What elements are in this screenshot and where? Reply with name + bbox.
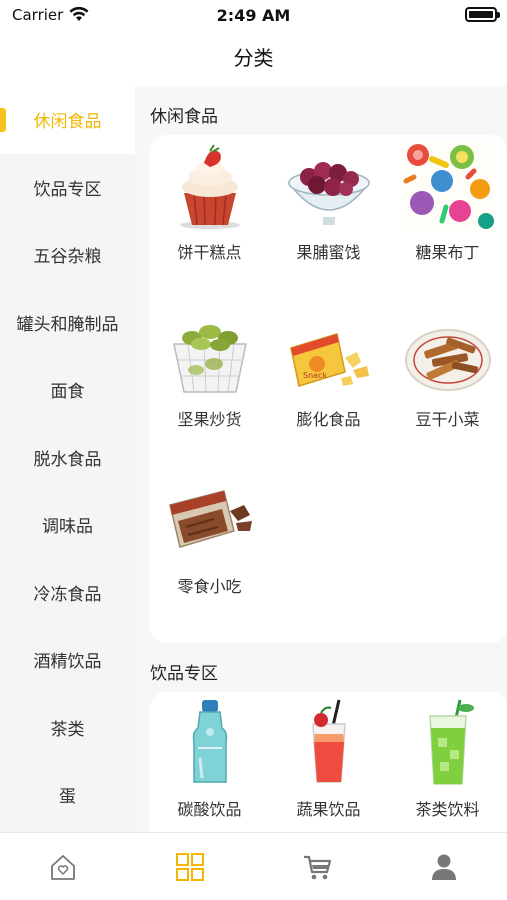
sidebar-item-label: 饮品专区 <box>33 179 102 200</box>
candied-fruit-bowl-icon <box>287 162 371 225</box>
status-bar: Carrier 2:49 AM <box>0 0 507 30</box>
nuts-basket-icon <box>173 325 247 393</box>
fruit-cocktail-icon <box>312 699 346 783</box>
tab-category[interactable] <box>127 833 254 900</box>
home-heart-icon <box>51 855 76 880</box>
category-item-label: 碳酸饮品 <box>177 800 242 819</box>
sidebar-item-leisure-food[interactable]: 休闲食品 <box>0 86 135 154</box>
user-icon <box>431 854 456 880</box>
category-item-preserved-fruit[interactable]: 果脯蜜饯 <box>269 135 388 302</box>
cupcake-icon <box>180 144 240 229</box>
sidebar-item-label: 面食 <box>50 382 85 403</box>
category-item-label: 糖果布丁 <box>415 243 480 262</box>
sidebar-item-beverages[interactable]: 饮品专区 <box>0 154 135 222</box>
soda-bottle-icon <box>192 700 228 783</box>
section-card-beverages: 碳酸饮品 蔬果饮品 茶类饮料 <box>150 692 507 832</box>
tab-profile[interactable] <box>380 833 507 900</box>
grid-icon <box>176 853 205 881</box>
section-title-leisure-food: 休闲食品 <box>150 107 218 127</box>
category-item-label: 豆干小菜 <box>415 410 480 429</box>
sidebar-item-label: 蛋 <box>59 787 76 808</box>
category-item-label: 茶类饮料 <box>415 800 480 819</box>
section-card-leisure-food: 饼干糕点 果脯蜜饯 糖果布丁 坚果炒货 Snack 膨化食品 豆干小菜 零食小吃 <box>150 135 507 643</box>
category-item-candy-pudding[interactable]: 糖果布丁 <box>388 135 507 302</box>
category-item-puffed-food[interactable]: Snack 膨化食品 <box>269 302 388 469</box>
svg-text:Snack: Snack <box>303 371 327 380</box>
category-item-biscuits-cakes[interactable]: 饼干糕点 <box>150 135 269 302</box>
sidebar-item-label: 调味品 <box>42 517 93 538</box>
sidebar-item-noodles[interactable]: 面食 <box>0 356 135 424</box>
category-item-tofu-sides[interactable]: 豆干小菜 <box>388 302 507 469</box>
sidebar-item-alcohol[interactable]: 酒精饮品 <box>0 626 135 694</box>
chips-bag-icon: Snack <box>290 333 369 387</box>
category-item-label: 饼干糕点 <box>177 243 242 262</box>
status-time: 2:49 AM <box>216 6 291 25</box>
sidebar-item-label: 罐头和腌制品 <box>16 314 119 335</box>
tab-bar <box>0 832 507 900</box>
category-item-label: 蔬果饮品 <box>296 800 361 819</box>
category-content: 休闲食品 饼干糕点 果脯蜜饯 糖果布丁 坚果炒货 Snack 膨化食品 豆干小菜… <box>135 86 507 832</box>
category-item-tea-drinks[interactable]: 茶类饮料 <box>388 692 507 832</box>
sidebar-item-dehydrated[interactable]: 脱水食品 <box>0 424 135 492</box>
sidebar-item-label: 休闲食品 <box>33 112 102 133</box>
sidebar-item-label: 酒精饮品 <box>33 652 102 673</box>
sidebar-item-condiments[interactable]: 调味品 <box>0 491 135 559</box>
tab-home[interactable] <box>0 833 127 900</box>
sidebar-item-tea[interactable]: 茶类 <box>0 694 135 762</box>
page-title: 分类 <box>233 46 274 70</box>
category-sidebar: 休闲食品 饮品专区 五谷杂粮 罐头和腌制品 面食 脱水食品 调味品 冷冻食品 酒… <box>0 86 135 832</box>
sidebar-item-label: 五谷杂粮 <box>33 247 102 268</box>
tofu-strips-plate-icon <box>405 329 491 391</box>
category-item-carbonated-drinks[interactable]: 碳酸饮品 <box>150 692 269 832</box>
sidebar-item-eggs[interactable]: 蛋 <box>0 761 135 829</box>
category-item-snacks[interactable]: 零食小吃 <box>150 469 269 636</box>
battery-icon <box>465 7 500 22</box>
category-item-label: 零食小吃 <box>177 577 242 596</box>
sidebar-item-canned-pickled[interactable]: 罐头和腌制品 <box>0 289 135 357</box>
candy-icon <box>402 141 494 231</box>
section-title-beverages: 饮品专区 <box>150 664 218 684</box>
cart-icon <box>303 855 331 880</box>
sidebar-item-label: 茶类 <box>50 719 85 740</box>
category-item-label: 坚果炒货 <box>177 410 242 429</box>
category-item-label: 膨化食品 <box>296 410 361 429</box>
sidebar-item-grains[interactable]: 五谷杂粮 <box>0 221 135 289</box>
category-item-fruit-veg-drinks[interactable]: 蔬果饮品 <box>269 692 388 832</box>
sidebar-item-frozen[interactable]: 冷冻食品 <box>0 559 135 627</box>
tab-cart[interactable] <box>254 833 381 900</box>
category-item-label: 果脯蜜饯 <box>296 243 361 262</box>
snack-pack-icon <box>169 490 252 548</box>
iced-tea-glass-icon <box>429 699 474 785</box>
sidebar-item-label: 脱水食品 <box>33 449 102 470</box>
category-item-nuts-seeds[interactable]: 坚果炒货 <box>150 302 269 469</box>
sidebar-item-label: 冷冻食品 <box>33 584 102 605</box>
